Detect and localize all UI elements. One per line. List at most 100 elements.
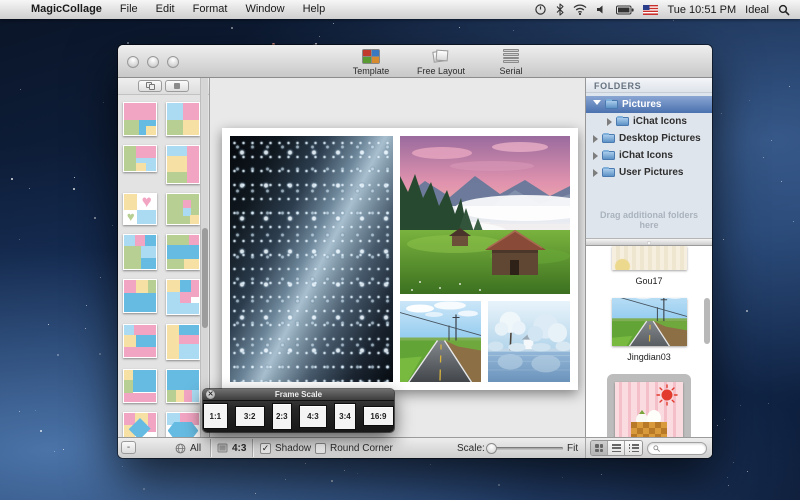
folder-row-desktop-pictures[interactable]: Desktop Pictures — [586, 130, 712, 147]
template-thumbnail-13[interactable] — [123, 369, 157, 403]
close-icon[interactable]: ✕ — [206, 390, 215, 399]
wifi-icon[interactable] — [573, 0, 587, 19]
picture-item-jingdian03[interactable]: Jingdian03 — [612, 298, 687, 374]
picture-label: Jingdian03 — [627, 352, 671, 363]
template-block: ♥ — [137, 194, 156, 210]
template-thumbnail-11[interactable] — [123, 324, 157, 358]
template-block — [136, 335, 156, 347]
template-thumbnail-7[interactable] — [123, 234, 157, 270]
frame-scale-popup[interactable]: ✕ Frame Scale 1:1 3:2 2:3 4:3 3:4 16:9 — [203, 389, 394, 432]
menu-clock[interactable]: Tue 10:51 PM — [667, 4, 736, 16]
template-thumbnail-6[interactable] — [166, 193, 200, 225]
menu-file[interactable]: File — [111, 0, 147, 19]
collage-page[interactable] — [222, 128, 578, 390]
menu-window[interactable]: Window — [236, 0, 293, 19]
zoom-window-button[interactable] — [167, 56, 179, 68]
collage-photo-country-road[interactable] — [400, 301, 481, 382]
spotlight-icon[interactable] — [778, 0, 790, 19]
picture-list-scrollbar[interactable] — [704, 298, 710, 344]
collage-photo-foggy-meadow-hut[interactable] — [400, 136, 570, 294]
toolbar-serial-button[interactable]: Serial — [484, 47, 538, 76]
template-thumbnail-1[interactable] — [123, 102, 157, 136]
template-thumbnail-4[interactable] — [166, 145, 200, 184]
list-view-button[interactable] — [608, 441, 625, 455]
template-thumbnail-5[interactable]: ♥♥ — [123, 193, 157, 225]
close-window-button[interactable] — [127, 56, 139, 68]
template-block — [124, 280, 136, 293]
collage-photo-raindrops-on-glass[interactable] — [230, 136, 393, 382]
frame-scale-titlebar[interactable]: ✕ Frame Scale — [203, 389, 394, 401]
picture-thumbnail[interactable] — [612, 298, 687, 346]
frame-scale-option-3x4[interactable]: 3:4 — [334, 403, 356, 430]
frame-scale-option-3x2[interactable]: 3:2 — [235, 406, 265, 427]
serial-icon — [503, 49, 519, 63]
menu-format[interactable]: Format — [184, 0, 237, 19]
scale-slider-track[interactable] — [489, 447, 563, 450]
collage-photo-winter-river[interactable] — [488, 301, 570, 382]
folder-row-user-pictures[interactable]: User Pictures — [586, 164, 712, 181]
shadow-checkbox[interactable]: ✓ — [260, 443, 271, 454]
list-view-icon — [612, 444, 621, 452]
frame-scale-option-16x9[interactable]: 16:9 — [363, 406, 394, 426]
folder-row-pictures[interactable]: Pictures — [586, 96, 712, 113]
picture-item-gou17[interactable]: Gou17 — [612, 246, 687, 298]
template-thumbnail-2[interactable] — [166, 102, 200, 136]
disclosure-closed-icon[interactable] — [593, 135, 598, 143]
picture-thumbnail[interactable] — [615, 382, 683, 437]
grid-view-button[interactable] — [165, 80, 189, 92]
toolbar-template-button[interactable]: Template — [344, 47, 398, 76]
category-dropdown[interactable]: All — [175, 438, 201, 458]
round-corner-option[interactable]: Round Corner — [315, 438, 393, 458]
round-corner-checkbox[interactable] — [315, 443, 326, 454]
template-thumbnail-8[interactable] — [166, 234, 200, 270]
folder-row-ichat-icons[interactable]: iChat Icons — [586, 113, 712, 130]
frame-scale-option-4x3[interactable]: 4:3 — [299, 405, 327, 428]
disclosure-closed-icon[interactable] — [593, 152, 598, 160]
thumbnail-view-button[interactable] — [591, 441, 608, 455]
template-thumbnail-14[interactable] — [166, 369, 200, 403]
stack-view-button[interactable] — [138, 80, 162, 92]
bluetooth-icon[interactable] — [556, 0, 564, 19]
detail-view-button[interactable] — [625, 441, 642, 455]
folder-row-ichat-icons[interactable]: iChat Icons — [586, 147, 712, 164]
scale-slider-thumb[interactable] — [486, 443, 497, 454]
disclosure-closed-icon[interactable] — [593, 169, 598, 177]
scale-label: Scale: — [457, 438, 485, 458]
template-block — [183, 120, 199, 135]
shadow-option[interactable]: ✓ Shadow — [260, 438, 311, 458]
minimize-window-button[interactable] — [147, 56, 159, 68]
frame-scale-option-2x3[interactable]: 2:3 — [272, 403, 292, 430]
menu-user[interactable]: Ideal — [745, 4, 769, 16]
menu-help[interactable]: Help — [294, 0, 335, 19]
template-thumbnail-9[interactable] — [123, 279, 157, 313]
template-thumbnail-12[interactable] — [166, 324, 200, 360]
frame-ratio-indicator[interactable]: 4:3 — [217, 438, 246, 458]
template-block — [180, 280, 190, 292]
collage-canvas[interactable] — [210, 78, 585, 437]
folder-icon — [616, 117, 629, 126]
volume-icon[interactable] — [596, 0, 607, 19]
title-bar[interactable]: Template Free Layout Serial — [118, 45, 712, 78]
sync-status-icon[interactable] — [534, 0, 547, 19]
template-block — [167, 303, 199, 314]
input-language-flag-icon[interactable] — [643, 0, 658, 19]
sidebar-scrollbar-thumb[interactable] — [202, 228, 208, 328]
template-thumbnail-16[interactable] — [166, 412, 200, 437]
battery-icon[interactable] — [616, 0, 634, 19]
template-thumbnail-15[interactable] — [123, 412, 157, 437]
panel-splitter[interactable] — [586, 238, 712, 246]
disclosure-closed-icon[interactable] — [607, 118, 612, 126]
remove-button[interactable]: - — [121, 441, 136, 454]
search-field[interactable] — [647, 442, 707, 455]
template-thumbnail-3[interactable] — [123, 145, 157, 172]
toolbar-free-layout-button[interactable]: Free Layout — [414, 47, 468, 76]
template-block — [190, 215, 199, 224]
disclosure-open-icon[interactable] — [593, 100, 601, 109]
picture-item-katong01[interactable]: Katong01 — [607, 374, 691, 437]
search-input[interactable] — [663, 443, 701, 453]
app-menu-title[interactable]: MagicCollage — [22, 0, 111, 19]
menu-edit[interactable]: Edit — [147, 0, 184, 19]
picture-thumbnail[interactable] — [612, 246, 687, 270]
frame-scale-option-1x1[interactable]: 1:1 — [203, 403, 228, 429]
template-thumbnail-10[interactable] — [166, 279, 200, 315]
